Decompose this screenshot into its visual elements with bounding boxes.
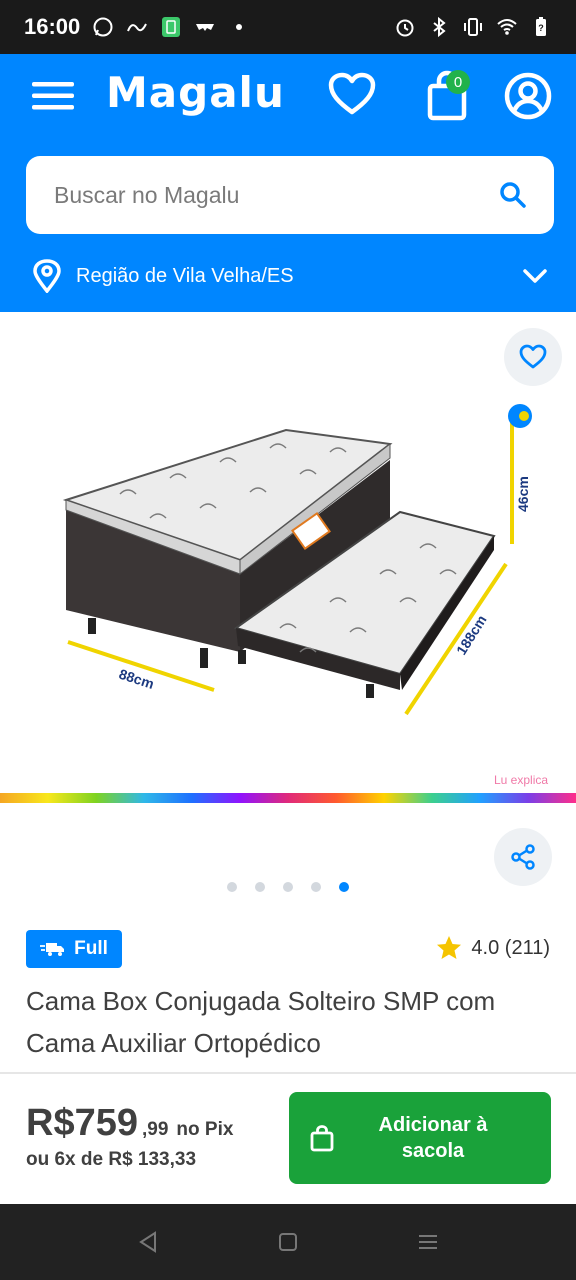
heart-icon <box>328 72 376 115</box>
full-badge-label: Full <box>74 938 108 959</box>
divider <box>0 1072 576 1074</box>
add-to-bag-button[interactable]: Adicionar à sacola <box>289 1092 551 1184</box>
full-badge: Full <box>26 930 122 968</box>
user-icon <box>504 72 552 120</box>
svg-text:?: ? <box>538 23 544 33</box>
product-gallery[interactable]: 88cm 188cm 46cm Lu explica <box>0 312 576 796</box>
pix-label: no Pix <box>176 1119 234 1140</box>
whatsapp-icon <box>92 16 114 38</box>
product-title: Cama Box Conjugada Solteiro SMP com Cama… <box>26 986 496 1058</box>
glasses-icon <box>194 16 216 38</box>
bluetooth-icon <box>428 16 450 38</box>
price-block: R$759 ,99 no Pix ou 6x de R$ 133,33 <box>26 1102 233 1171</box>
rating-text: 4.0 (211) <box>471 936 550 959</box>
star-icon <box>437 936 462 959</box>
alarm-icon <box>394 16 416 38</box>
search-input[interactable] <box>52 180 498 210</box>
product-image: 88cm 188cm 46cm Lu explica <box>62 404 548 787</box>
dimension-height-label: 46cm <box>515 476 531 512</box>
region-selector[interactable]: Região de Vila Velha/ES <box>0 246 576 306</box>
top-nav: Magalu 0 <box>0 54 576 140</box>
battery-icon: ? <box>530 16 552 38</box>
gallery-dot[interactable] <box>227 882 237 892</box>
gallery-dot-active[interactable] <box>339 882 349 892</box>
chevron-down-icon <box>522 267 548 285</box>
region-label: Região de Vila Velha/ES <box>76 264 294 287</box>
gallery-dot[interactable] <box>311 882 321 892</box>
home-icon[interactable] <box>268 1222 308 1262</box>
truck-icon <box>40 943 65 956</box>
add-to-bag-line2: sacola <box>401 1140 465 1162</box>
lu-mascot-icon <box>508 404 532 428</box>
share-icon <box>511 844 535 870</box>
add-to-bag-line1: Adicionar à <box>378 1114 488 1136</box>
recents-icon[interactable] <box>408 1222 448 1262</box>
rating[interactable]: 4.0 (211) <box>435 934 550 962</box>
cart-count-badge: 0 <box>446 70 470 94</box>
green-app-icon <box>160 16 182 38</box>
wifi-icon <box>496 16 518 38</box>
price-integer: R$759 <box>26 1102 138 1144</box>
bag-icon <box>310 1125 334 1152</box>
search-button[interactable] <box>498 180 528 210</box>
status-bar: 16:00 ? <box>0 0 576 54</box>
gallery-dot[interactable] <box>255 882 265 892</box>
status-right-icons: ? <box>394 16 552 38</box>
gallery-pagination <box>0 882 576 896</box>
favorites-button[interactable] <box>328 72 376 118</box>
add-to-bag-label: Adicionar à sacola <box>335 1112 531 1164</box>
system-nav-bar <box>0 1204 576 1280</box>
location-pin-icon <box>32 259 62 294</box>
favorite-product-button[interactable] <box>504 328 562 386</box>
menu-button[interactable] <box>32 76 76 116</box>
search-bar <box>26 156 554 234</box>
magalu-logo[interactable]: Magalu <box>106 68 285 117</box>
vibrate-icon <box>462 16 484 38</box>
app-header: Magalu 0 Região de Vila Velha/ES <box>0 54 576 312</box>
heart-outline-icon <box>519 344 547 369</box>
account-button[interactable] <box>504 72 552 120</box>
share-button[interactable] <box>494 828 552 886</box>
dot-icon <box>228 16 250 38</box>
link-icon <box>126 16 148 38</box>
lu-watermark: Lu explica <box>494 773 548 787</box>
installments-text: ou 6x de R$ 133,33 <box>26 1149 197 1170</box>
status-time: 16:00 <box>24 14 81 39</box>
rainbow-divider <box>0 793 576 803</box>
status-left-icons <box>92 16 250 38</box>
price-main: R$759 ,99 no Pix <box>26 1102 233 1145</box>
back-icon[interactable] <box>128 1222 168 1262</box>
price-cents: ,99 <box>141 1119 169 1140</box>
search-icon <box>500 182 526 208</box>
gallery-dot[interactable] <box>283 882 293 892</box>
hamburger-icon <box>32 82 74 110</box>
